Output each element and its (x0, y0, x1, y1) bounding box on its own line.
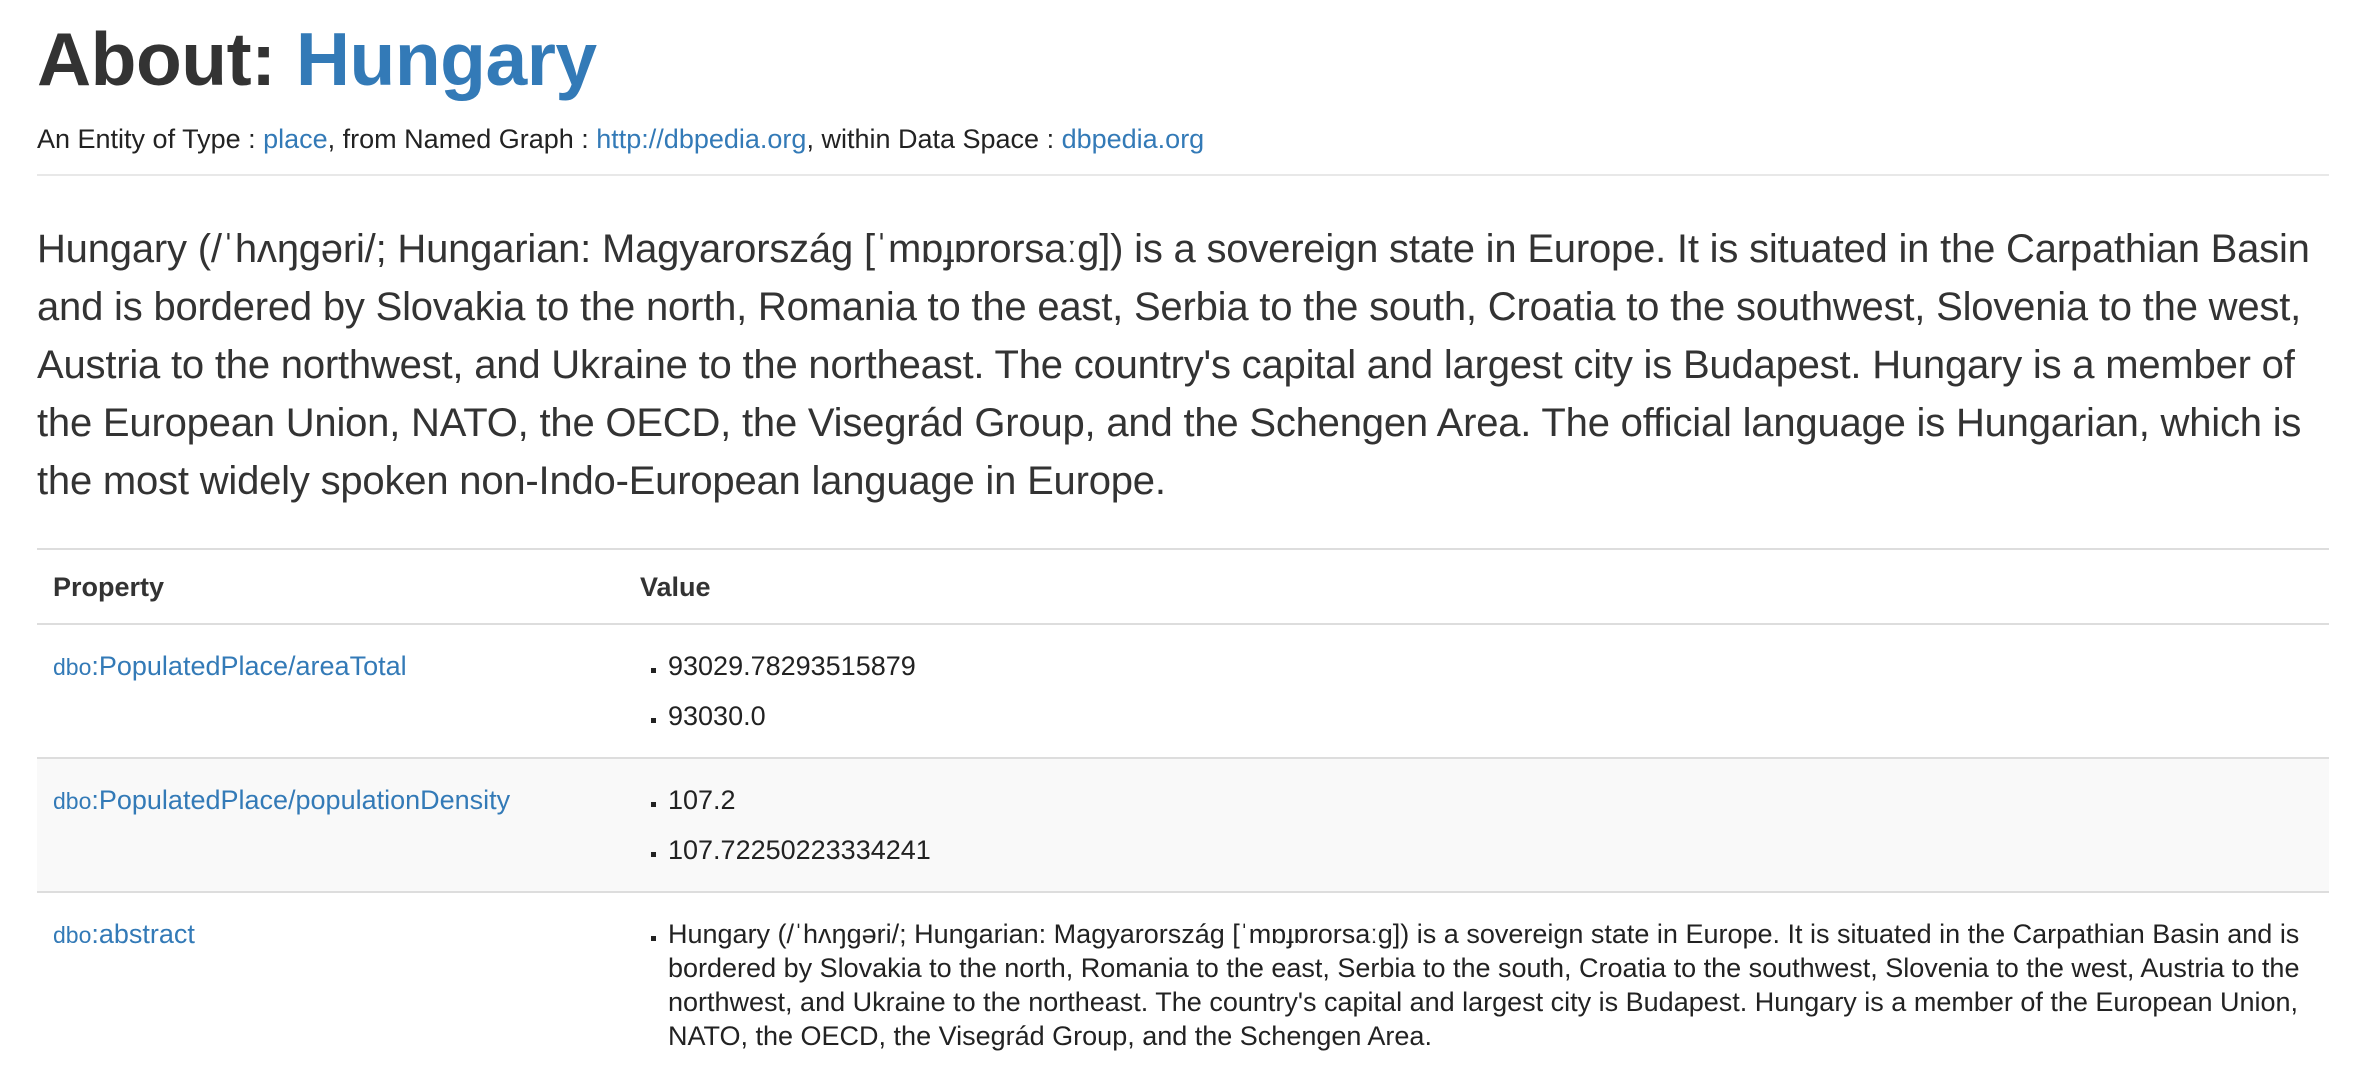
table-row: dbo:abstract Hungary (/ˈhʌŋɡəri/; Hungar… (37, 891, 2329, 1077)
value-list: Hungary (/ˈhʌŋɡəri/; Hungarian: Magyaror… (640, 909, 2313, 1061)
value-list: 93029.78293515879 93030.0 (640, 641, 2313, 741)
table-header-row: Property Value (37, 548, 2329, 625)
table-row: dbo:PopulatedPlace/populationDensity 107… (37, 757, 2329, 892)
value-item: 107.72250223334241 (668, 825, 2313, 875)
value-item: 107.2 (668, 775, 2313, 825)
subtitle-text-1: An Entity of Type : (37, 124, 264, 154)
property-name: :abstract (91, 919, 195, 949)
property-prefix: dbo (53, 922, 92, 948)
property-column-header: Property (37, 548, 624, 625)
subtitle-text-3: , within Data Space : (806, 124, 1062, 154)
entity-description: Hungary (/ˈhʌŋɡəri/; Hungarian: Magyaror… (37, 227, 2310, 503)
property-link-abstract[interactable]: dbo:abstract (53, 919, 195, 949)
property-link-population-density[interactable]: dbo:PopulatedPlace/populationDensity (53, 785, 510, 815)
page-title: About: Hungary (37, 0, 2329, 108)
value-list: 107.2 107.72250223334241 (640, 775, 2313, 875)
type-link[interactable]: place (263, 124, 328, 154)
title-prefix: About: (37, 17, 296, 101)
property-cell: dbo:abstract (37, 891, 624, 1077)
property-name: :PopulatedPlace/areaTotal (91, 651, 407, 681)
entity-subtitle: An Entity of Type : place, from Named Gr… (37, 122, 2329, 156)
property-prefix: dbo (53, 654, 92, 680)
property-prefix: dbo (53, 788, 92, 814)
value-item: 93029.78293515879 (668, 641, 2313, 691)
property-cell: dbo:PopulatedPlace/areaTotal (37, 623, 624, 758)
value-item: 93030.0 (668, 691, 2313, 741)
value-cell: 93029.78293515879 93030.0 (624, 623, 2329, 758)
value-column-header: Value (624, 548, 2329, 625)
value-item: Hungary (/ˈhʌŋɡəri/; Hungarian: Magyaror… (668, 909, 2313, 1061)
value-cell: 107.2 107.72250223334241 (624, 757, 2329, 892)
subtitle-text-2: , from Named Graph : (327, 124, 597, 154)
property-name: :PopulatedPlace/populationDensity (91, 785, 511, 815)
property-cell: dbo:PopulatedPlace/populationDensity (37, 757, 624, 892)
named-graph-link[interactable]: http://dbpedia.org (596, 124, 806, 154)
page: About: Hungary An Entity of Type : place… (0, 0, 2366, 1077)
table-row: dbo:PopulatedPlace/areaTotal 93029.78293… (37, 623, 2329, 758)
header-divider (37, 174, 2329, 176)
property-link-area-total[interactable]: dbo:PopulatedPlace/areaTotal (53, 651, 407, 681)
property-table: Property Value dbo:PopulatedPlace/areaTo… (37, 548, 2329, 1077)
data-space-link[interactable]: dbpedia.org (1062, 124, 1205, 154)
entity-title-link[interactable]: Hungary (296, 17, 597, 101)
value-cell: Hungary (/ˈhʌŋɡəri/; Hungarian: Magyaror… (624, 891, 2329, 1077)
